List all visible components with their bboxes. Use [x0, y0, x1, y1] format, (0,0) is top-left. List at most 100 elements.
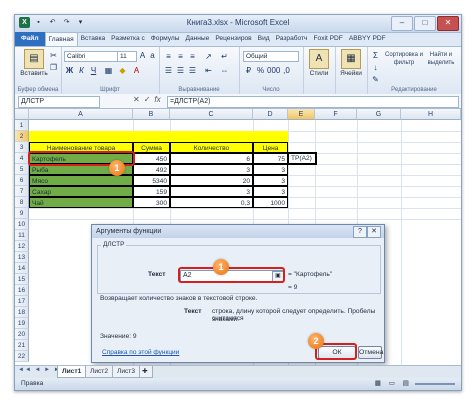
table-cell-name[interactable]: Сахар	[29, 186, 133, 197]
row-header[interactable]: 11	[15, 230, 29, 241]
help-icon[interactable]: ?	[353, 226, 367, 238]
table-cell-sum[interactable]: 450	[133, 153, 170, 164]
row-header[interactable]: 13	[15, 252, 29, 263]
row-header[interactable]: 3	[15, 142, 29, 153]
column-header[interactable]: D	[253, 109, 288, 120]
name-box[interactable]: ДЛСТР	[18, 96, 100, 108]
tab-developer[interactable]: Разработч	[273, 32, 311, 46]
currency-icon[interactable]: ₽	[243, 65, 254, 76]
row-header[interactable]: 5	[15, 164, 29, 175]
row-header[interactable]: 21	[15, 340, 29, 351]
table-cell-qty[interactable]: 3	[170, 164, 253, 175]
fill-color-icon[interactable]: ◆	[117, 65, 128, 76]
indent-icon[interactable]: ⇤	[203, 65, 214, 76]
row-header[interactable]: 9	[15, 208, 29, 219]
table-cell-qty[interactable]: 0,3	[170, 197, 253, 208]
select-all-corner[interactable]	[15, 109, 29, 120]
header-cell-price[interactable]: Цена	[253, 142, 288, 153]
row-header[interactable]: 15	[15, 274, 29, 285]
column-header[interactable]: H	[401, 109, 461, 120]
table-cell-name[interactable]: Чай	[29, 197, 133, 208]
table-cell-price[interactable]: 3	[253, 186, 288, 197]
row-header[interactable]: 1	[15, 120, 29, 131]
close-icon[interactable]: ✕	[367, 226, 381, 238]
sheet-tab-3[interactable]: Лист3	[112, 366, 140, 378]
row-header[interactable]: 16	[15, 285, 29, 296]
view-normal-icon[interactable]: ▦	[375, 378, 381, 390]
cells-button[interactable]: ▦ Ячейки	[337, 49, 365, 77]
header-cell-qty[interactable]: Количество	[170, 142, 253, 153]
row-header[interactable]: 10	[15, 219, 29, 230]
table-cell-sum[interactable]: 300	[133, 197, 170, 208]
tab-home[interactable]: Главная	[44, 32, 78, 46]
row-header[interactable]: 8	[15, 197, 29, 208]
zoom-slider[interactable]	[415, 383, 455, 385]
row-header[interactable]: 12	[15, 241, 29, 252]
row-header[interactable]: 22	[15, 351, 29, 362]
cut-icon[interactable]: ✂	[48, 50, 59, 61]
formula-input[interactable]: =ДЛСТР(A2)	[167, 96, 459, 108]
tab-foxit-pdf[interactable]: Foxit PDF	[311, 32, 346, 46]
table-cell-price[interactable]: 1000	[253, 197, 288, 208]
row-header[interactable]: 14	[15, 263, 29, 274]
tab-page-layout[interactable]: Разметка с	[108, 32, 148, 46]
tab-review[interactable]: Рецензиров	[212, 32, 254, 46]
orientation-icon[interactable]: ↗	[203, 51, 214, 62]
row-header[interactable]: 2	[15, 131, 29, 142]
bold-button[interactable]: Ж	[64, 65, 75, 76]
column-header[interactable]: A	[29, 109, 133, 120]
align-right-icon[interactable]: ☰	[187, 65, 198, 76]
column-header[interactable]: G	[357, 109, 401, 120]
wrap-text-icon[interactable]: ↵	[219, 51, 230, 62]
table-cell-qty[interactable]: 6	[170, 153, 253, 164]
font-size-select[interactable]: 11	[117, 51, 137, 62]
column-header[interactable]: E	[288, 109, 315, 120]
comma-icon[interactable]: 000	[267, 65, 280, 76]
sort-filter-button[interactable]: Сортировка и фильтр	[385, 51, 423, 67]
borders-icon[interactable]: ▦	[103, 65, 114, 76]
table-cell-price[interactable]: 3	[253, 164, 288, 175]
active-cell-e2[interactable]: ТР(A2)	[287, 152, 317, 165]
tab-formulas[interactable]: Формулы	[148, 32, 183, 46]
decimal-icon[interactable]: ,0	[281, 65, 292, 76]
autosum-icon[interactable]: Σ	[370, 50, 381, 61]
table-cell-price[interactable]: 75	[253, 153, 288, 164]
align-center-icon[interactable]: ☰	[175, 65, 186, 76]
table-cell-sum[interactable]: 159	[133, 186, 170, 197]
shrink-font-icon[interactable]: a	[147, 50, 158, 61]
table-cell-sum[interactable]: 492	[133, 164, 170, 175]
insert-sheet-icon[interactable]: ✚	[139, 366, 153, 378]
table-cell-price[interactable]: 3	[253, 175, 288, 186]
table-cell-sum[interactable]: 5340	[133, 175, 170, 186]
font-name-select[interactable]: Calibri	[64, 51, 118, 62]
minimize-button[interactable]: –	[391, 16, 413, 31]
find-select-button[interactable]: Найти и выделить	[423, 51, 459, 67]
copy-icon[interactable]: ❐	[48, 62, 59, 73]
table-cell-qty[interactable]: 3	[170, 186, 253, 197]
sheet-tab-1[interactable]: Лист1	[57, 366, 87, 378]
sheet-tab-2[interactable]: Лист2	[85, 366, 113, 378]
row-header[interactable]: 18	[15, 307, 29, 318]
row-header[interactable]: 7	[15, 186, 29, 197]
row-header[interactable]: 19	[15, 318, 29, 329]
align-top-icon[interactable]: ≡	[163, 51, 174, 62]
tab-insert[interactable]: Вставка	[78, 32, 109, 46]
close-button[interactable]: ✕	[437, 16, 459, 31]
merge-icon[interactable]: ⇔	[219, 65, 230, 76]
enter-formula-icon[interactable]: ✓	[144, 95, 151, 104]
tab-data[interactable]: Данные	[183, 32, 213, 46]
align-bottom-icon[interactable]: ≡	[187, 51, 198, 62]
insert-function-icon[interactable]: fx	[154, 95, 160, 104]
number-format-select[interactable]: Общий	[243, 51, 299, 62]
header-cell-sum[interactable]: Сумма	[133, 142, 170, 153]
row-header[interactable]: 6	[15, 175, 29, 186]
paste-button[interactable]: ▤ Вставить	[19, 49, 49, 77]
cancel-formula-icon[interactable]: ✕	[133, 95, 140, 104]
table-cell-name[interactable]: Мясо	[29, 175, 133, 186]
align-left-icon[interactable]: ☰	[163, 65, 174, 76]
column-header[interactable]: C	[170, 109, 253, 120]
tab-file[interactable]: Файл	[15, 32, 45, 46]
italic-button[interactable]: К	[76, 65, 87, 76]
view-layout-icon[interactable]: ▭	[389, 378, 395, 390]
row-header[interactable]: 17	[15, 296, 29, 307]
